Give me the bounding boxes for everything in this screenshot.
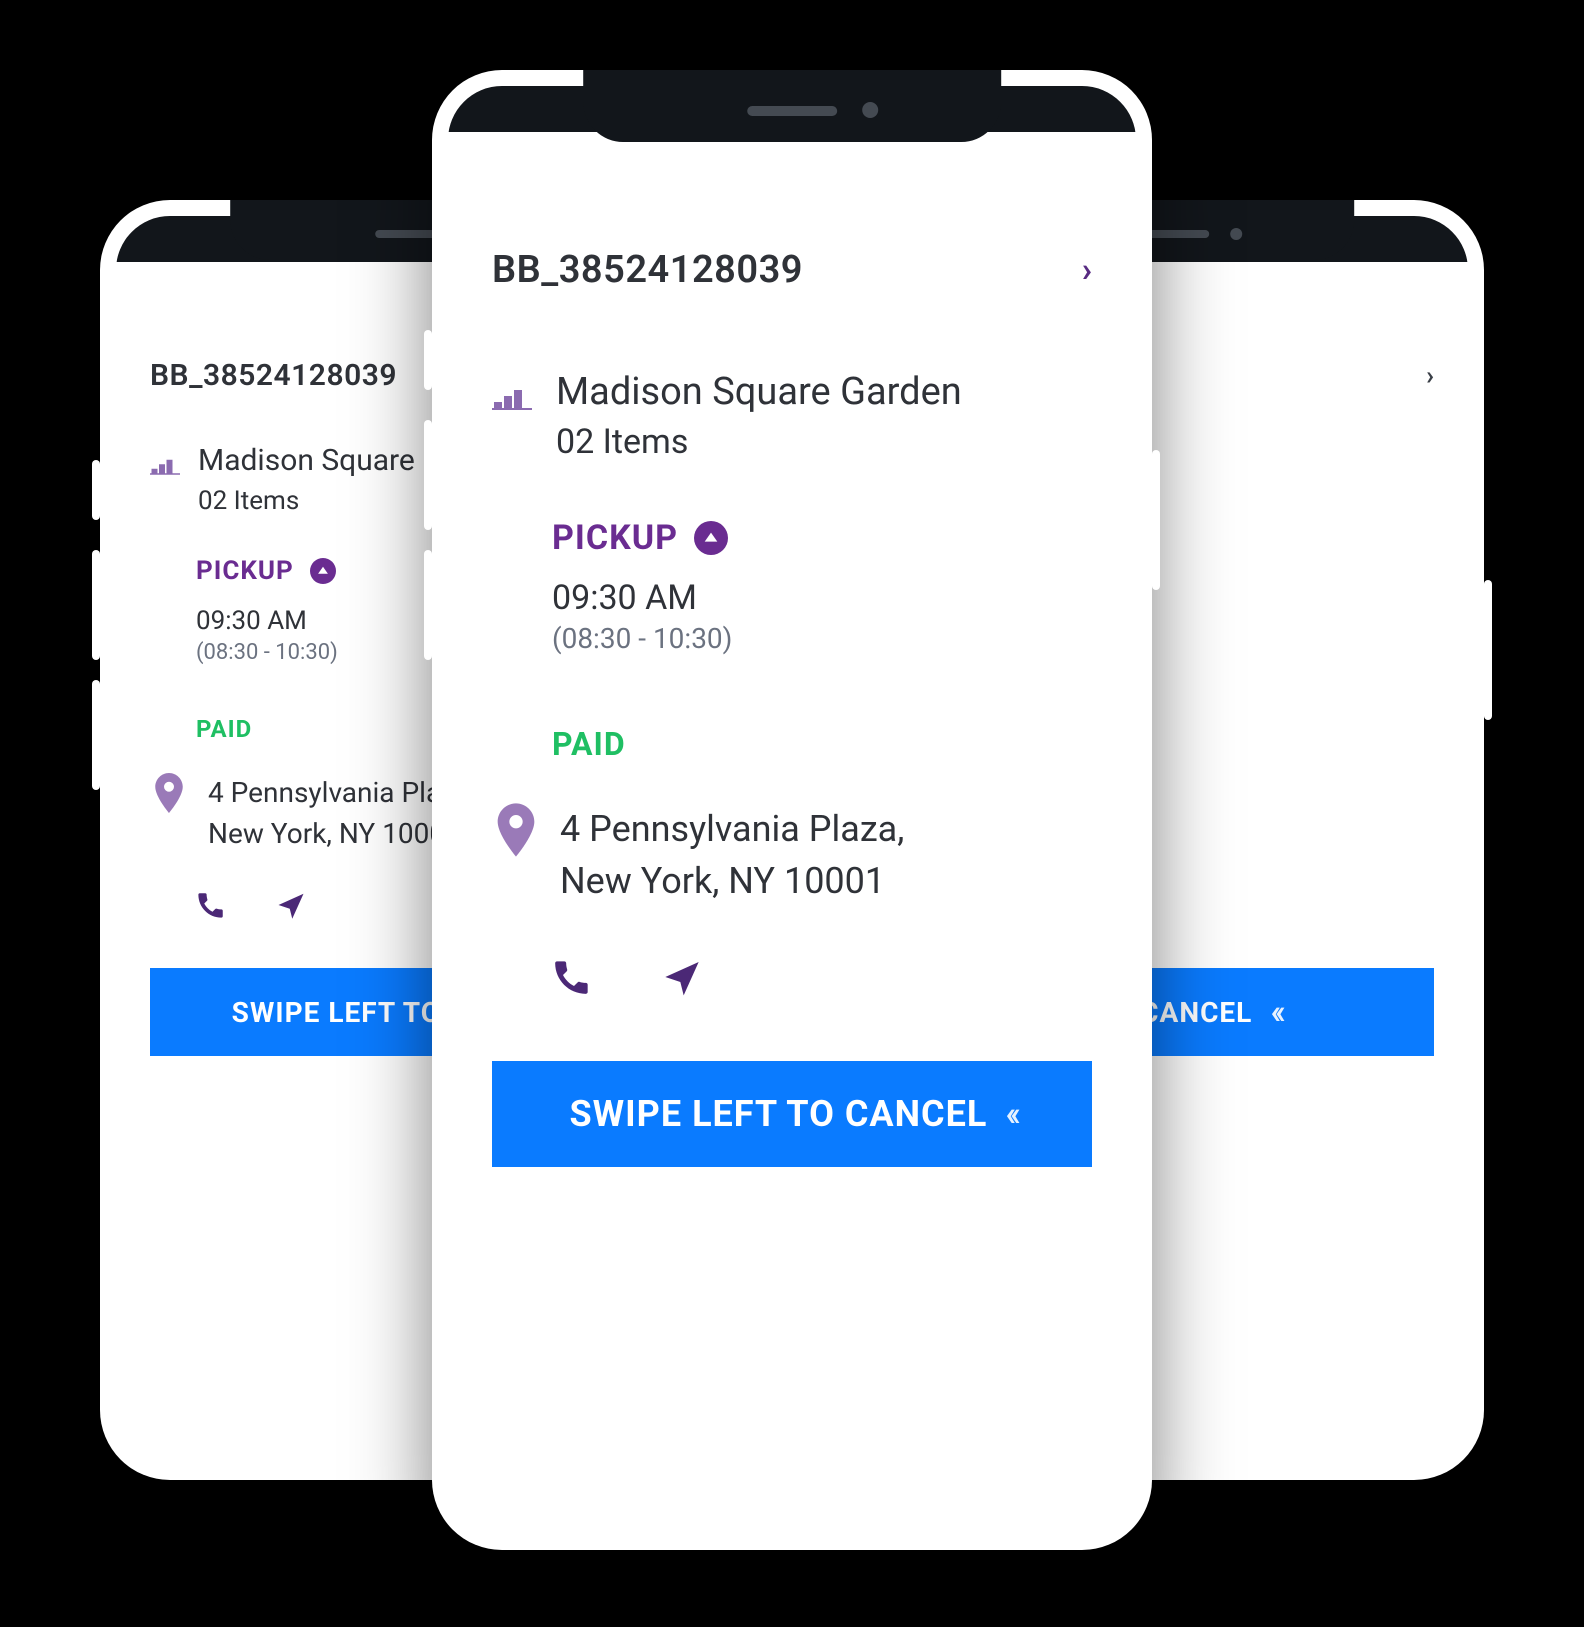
- phone-mock-main: BB_38524128039 › Madison Square Garden 0…: [432, 70, 1152, 1550]
- phone-notch: [583, 70, 1001, 142]
- address-line2: New York, NY 10001: [560, 855, 904, 907]
- chevron-right-icon[interactable]: ›: [1082, 253, 1092, 287]
- item-count: 02 Items: [556, 422, 962, 462]
- collapse-up-icon[interactable]: [694, 521, 728, 555]
- chevron-left-double-icon: ‹‹: [1270, 992, 1279, 1032]
- map-pin-icon: [154, 773, 184, 817]
- swipe-cancel-button[interactable]: SWIPE LEFT TO CANCEL ‹‹: [492, 1061, 1092, 1167]
- collapse-up-icon[interactable]: [310, 558, 336, 584]
- pickup-label: PICKUP: [552, 518, 678, 558]
- cancel-label: SWIPE LEFT TO CANCEL: [569, 1093, 987, 1135]
- pickup-status-row[interactable]: PICKUP: [552, 518, 1092, 558]
- pickup-label: PICKUP: [196, 556, 294, 586]
- warehouse-icon: [492, 376, 532, 414]
- address-line1: 4 Pennsylvania Plaza,: [560, 803, 904, 855]
- pickup-window: (08:30 - 10:30): [552, 622, 1092, 655]
- location-name: Madison Square Garden: [556, 370, 962, 414]
- call-button[interactable]: [196, 890, 226, 924]
- map-pin-icon: [496, 803, 536, 861]
- navigate-button[interactable]: [662, 957, 702, 1001]
- navigate-button[interactable]: [276, 890, 306, 924]
- payment-status: PAID: [552, 725, 1092, 763]
- order-id: BB_38524128039: [492, 248, 803, 292]
- warehouse-icon: [150, 449, 180, 479]
- chevron-right-icon[interactable]: ›: [1426, 363, 1434, 389]
- pickup-time: 09:30 AM: [552, 578, 1092, 618]
- call-button[interactable]: [552, 957, 592, 1001]
- chevron-left-double-icon: ‹‹: [1005, 1094, 1014, 1134]
- order-header-row[interactable]: BB_38524128039 ›: [492, 248, 1092, 292]
- order-id: BB_38524128039: [150, 358, 397, 393]
- order-card: BB_38524128039 › Madison Square Garden 0…: [448, 200, 1136, 1534]
